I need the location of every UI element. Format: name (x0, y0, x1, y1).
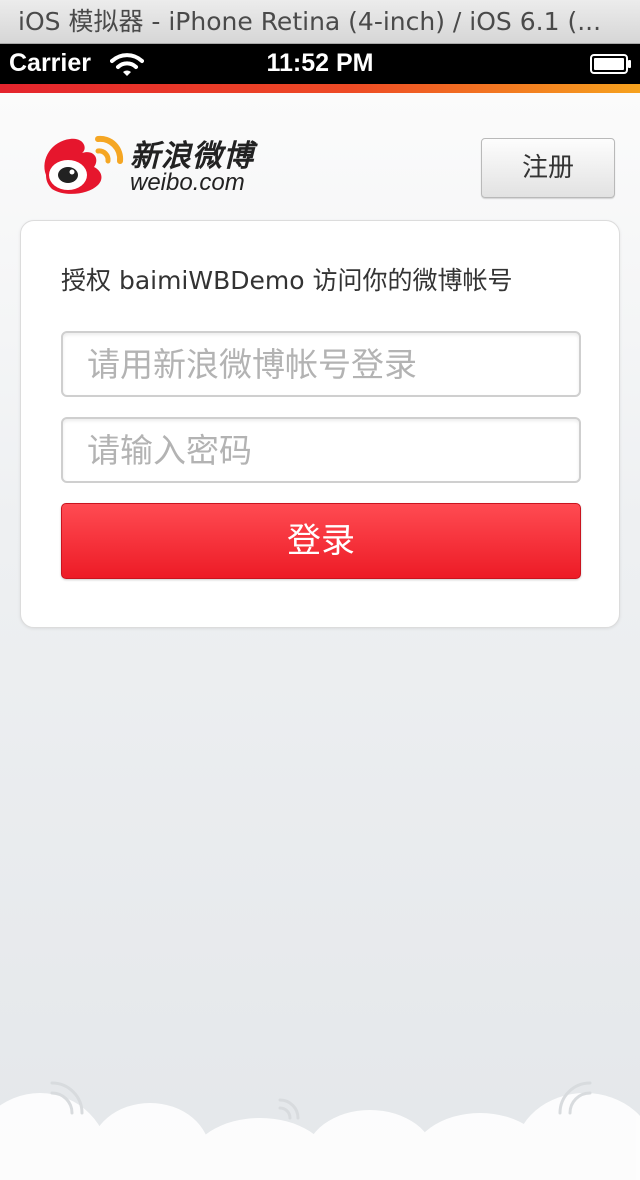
accent-stripe (0, 84, 640, 93)
password-input[interactable] (61, 417, 581, 483)
login-button[interactable]: 登录 (61, 503, 581, 579)
cloud-decoration (0, 1081, 640, 1180)
battery-icon (590, 54, 631, 74)
weibo-eye-icon (44, 135, 124, 194)
status-time: 11:52 PM (266, 49, 374, 77)
logo-domain-text: weibo.com (130, 169, 245, 196)
username-input[interactable] (61, 331, 581, 397)
register-button[interactable]: 注册 (481, 138, 615, 198)
status-bar: Carrier 11:52 PM (0, 44, 640, 84)
login-card: 授权 baimiWBDemo 访问你的微博帐号 登录 (20, 220, 620, 628)
simulator-window-title: iOS 模拟器 - iPhone Retina (4-inch) / iOS 6… (0, 0, 640, 44)
authorize-message: 授权 baimiWBDemo 访问你的微博帐号 (61, 266, 513, 295)
weibo-logo: 新浪微博 weibo.com (38, 127, 278, 199)
main-view: 新浪微博 weibo.com 注册 授权 baimiWBDemo 访问你的微博帐… (0, 93, 640, 1180)
